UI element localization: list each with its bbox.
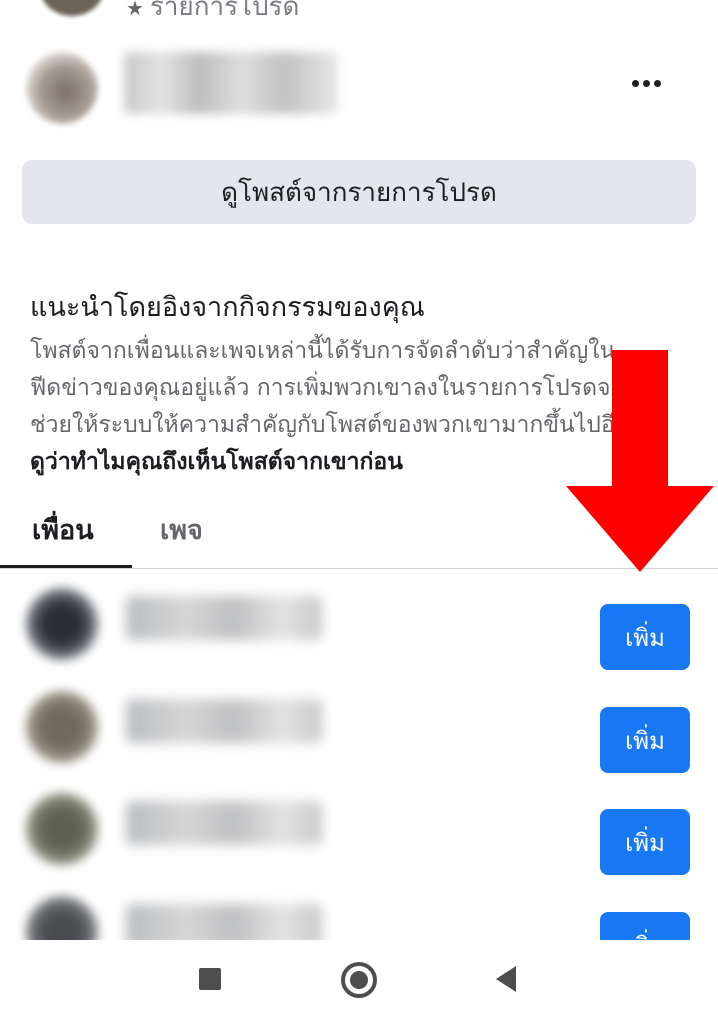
top-header-strip: ★ รายการโปรด [0,0,718,20]
star-icon: ★ [126,0,144,20]
add-favorite-button[interactable]: เพิ่ม [600,809,690,875]
friends-list: เพิ่ม เพิ่ม เพิ่ม เพิ่ม [0,570,718,940]
friend-avatar[interactable] [26,896,98,940]
friend-name-blurred [126,904,322,940]
profile-row [0,38,718,138]
friend-name-blurred [126,699,322,743]
friend-avatar[interactable] [26,691,98,763]
add-favorite-button[interactable]: เพิ่ม [600,604,690,670]
tab-friends[interactable]: เพื่อน [32,508,94,551]
list-item: เพิ่ม [0,673,718,773]
friend-avatar[interactable] [26,588,98,660]
tab-pages[interactable]: เพจ [160,508,203,551]
add-favorite-button[interactable]: เพิ่ม [600,707,690,773]
see-favorites-posts-button[interactable]: ดูโพสต์จากรายการโปรด [22,160,696,224]
back-icon[interactable] [496,966,516,992]
list-item: เพิ่ม [0,570,718,670]
red-arrow-annotation [566,350,714,572]
friend-avatar[interactable] [26,793,98,865]
list-item: เพิ่ม [0,878,718,940]
system-nav-bar [0,940,718,1024]
list-item: เพิ่ม [0,775,718,875]
recent-apps-icon[interactable] [199,968,221,990]
favorites-subtitle: ★ รายการโปรด [126,0,299,20]
why-see-posts-link[interactable]: ดูว่าทำไมคุณถึงเห็นโพสต์จากเขาก่อน [30,449,403,475]
friend-name-blurred [126,596,322,640]
home-icon[interactable] [341,962,377,998]
profile-name-blurred [124,52,338,114]
suggestion-title: แนะนำโดยอิงจากกิจกรรมของคุณ [30,292,425,323]
add-favorite-button[interactable]: เพิ่ม [600,912,690,940]
avatar[interactable] [26,52,98,124]
more-options-icon[interactable] [630,72,674,96]
friend-name-blurred [126,801,322,845]
top-avatar [40,0,104,16]
suggestion-description: โพสต์จากเพื่อนและเพจเหล่านี้ได้รับการจัด… [30,338,629,475]
